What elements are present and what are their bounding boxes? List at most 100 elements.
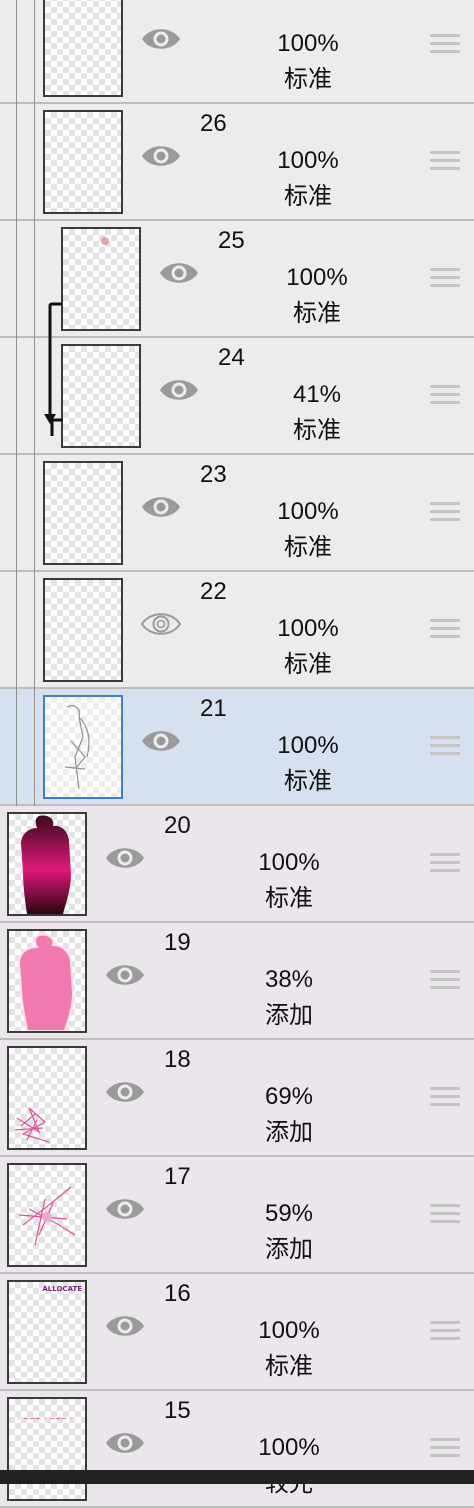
- layer-opacity: 100%: [258, 849, 320, 876]
- drag-handle-icon[interactable]: [430, 1204, 460, 1224]
- drag-handle-icon[interactable]: [430, 619, 460, 639]
- layer-number: 19: [164, 929, 191, 956]
- folder-guide-line: [34, 221, 35, 338]
- layer-blend-mode: 标准: [265, 884, 313, 912]
- layer-blend-mode: 标准: [265, 1352, 313, 1380]
- folder-guide-line: [34, 0, 35, 104]
- layer-number: 15: [164, 1397, 191, 1424]
- layer-thumbnail[interactable]: [43, 110, 123, 214]
- layer-number: 25: [218, 227, 245, 254]
- bottom-edge-bar: [0, 1470, 474, 1484]
- drag-handle-icon[interactable]: [430, 1438, 460, 1458]
- layer-opacity: 100%: [258, 1317, 320, 1344]
- folder-guide-line: [16, 572, 17, 689]
- layer-thumbnail[interactable]: [7, 1163, 87, 1267]
- layer-row[interactable]: 18 69% 添加: [0, 1040, 474, 1157]
- layer-thumbnail[interactable]: [7, 1046, 87, 1150]
- layer-thumbnail[interactable]: ALLOCATE: [7, 1280, 87, 1384]
- layer-thumbnail[interactable]: [7, 812, 87, 916]
- visible-eye-icon[interactable]: [140, 493, 182, 521]
- folder-guide-line: [34, 338, 35, 455]
- layer-thumbnail[interactable]: [7, 929, 87, 1033]
- folder-guide-line: [16, 338, 17, 455]
- visible-eye-icon[interactable]: [140, 142, 182, 170]
- layer-opacity: 100%: [277, 498, 339, 525]
- layer-number: 16: [164, 1280, 191, 1307]
- layer-blend-mode: 标准: [284, 65, 332, 93]
- drag-handle-icon[interactable]: [430, 853, 460, 873]
- drag-handle-icon[interactable]: [430, 385, 460, 405]
- folder-guide-line: [16, 455, 17, 572]
- drag-handle-icon[interactable]: [430, 502, 460, 522]
- layer-thumbnail[interactable]: [43, 0, 123, 97]
- layer-blend-mode: 标准: [293, 299, 341, 327]
- drag-handle-icon[interactable]: [430, 1321, 460, 1341]
- layer-opacity: 100%: [258, 1434, 320, 1461]
- drag-handle-icon[interactable]: [430, 1087, 460, 1107]
- layer-row[interactable]: 25 100% 标准: [0, 221, 474, 338]
- layer-row[interactable]: 20 100% 标准: [0, 806, 474, 923]
- layer-blend-mode: 标准: [284, 182, 332, 210]
- layer-opacity: 100%: [277, 30, 339, 57]
- visible-eye-icon[interactable]: [158, 259, 200, 287]
- layer-blend-mode: 添加: [265, 1001, 313, 1029]
- layer-number: 17: [164, 1163, 191, 1190]
- folder-guide-line: [16, 0, 17, 104]
- layer-opacity: 100%: [277, 615, 339, 642]
- layer-thumbnail-text: ALLOCATE: [42, 1285, 82, 1293]
- drag-handle-icon[interactable]: [430, 268, 460, 288]
- folder-guide-line: [16, 104, 17, 221]
- layer-row[interactable]: 21 100% 标准: [0, 689, 474, 806]
- layer-blend-mode: 标准: [284, 650, 332, 678]
- layer-blend-mode: 标准: [293, 416, 341, 444]
- drag-handle-icon[interactable]: [430, 151, 460, 171]
- layer-thumbnail[interactable]: [43, 461, 123, 565]
- folder-guide-line: [34, 689, 35, 806]
- folder-guide-line: [16, 689, 17, 806]
- drag-handle-icon[interactable]: [430, 970, 460, 990]
- layer-opacity: 100%: [286, 264, 348, 291]
- layer-row[interactable]: 100% 标准: [0, 0, 474, 104]
- drag-handle-icon[interactable]: [430, 736, 460, 756]
- visible-eye-icon[interactable]: [140, 25, 182, 53]
- hidden-eye-outline-icon[interactable]: [140, 610, 182, 638]
- layer-number: 22: [200, 578, 227, 605]
- folder-guide-line: [34, 455, 35, 572]
- visible-eye-icon[interactable]: [104, 844, 146, 872]
- layer-thumbnail[interactable]: [43, 695, 123, 799]
- layer-opacity: 41%: [292, 381, 342, 408]
- layer-thumbnail[interactable]: [43, 578, 123, 682]
- layer-thumbnail[interactable]: [61, 344, 141, 448]
- layer-number: 18: [164, 1046, 191, 1073]
- layer-row[interactable]: ALLOCATE 16 100% 标准: [0, 1274, 474, 1391]
- layer-number: 20: [164, 812, 191, 839]
- layer-opacity: 38%: [264, 966, 314, 993]
- layer-row[interactable]: 26 100% 标准: [0, 104, 474, 221]
- visible-eye-icon[interactable]: [104, 961, 146, 989]
- layer-thumbnail[interactable]: [61, 227, 141, 331]
- layer-opacity: 100%: [277, 147, 339, 174]
- layer-blend-mode: 标准: [284, 767, 332, 795]
- folder-guide-line: [34, 572, 35, 689]
- layer-row[interactable]: ◦ ~~~ ◦ ~~~ ◦15100%较光: [0, 1391, 474, 1508]
- layer-row[interactable]: 22 100% 标准: [0, 572, 474, 689]
- visible-eye-icon[interactable]: [140, 727, 182, 755]
- layer-number: 21: [200, 695, 227, 722]
- svg-text:◦ ~~~ ◦ ~~~ ◦: ◦ ~~~ ◦ ~~~ ◦: [17, 1415, 73, 1423]
- visible-eye-icon[interactable]: [104, 1312, 146, 1340]
- layer-number: 26: [200, 110, 227, 137]
- layer-blend-mode: 添加: [265, 1235, 313, 1263]
- clipping-arrow-icon: [40, 296, 64, 442]
- visible-eye-icon[interactable]: [104, 1429, 146, 1457]
- layer-row[interactable]: 24 41% 标准: [0, 338, 474, 455]
- layer-number: 23: [200, 461, 227, 488]
- layer-row[interactable]: 23 100% 标准: [0, 455, 474, 572]
- layer-blend-mode: 标准: [284, 533, 332, 561]
- layer-thumbnail[interactable]: ◦ ~~~ ◦ ~~~ ◦: [7, 1397, 87, 1501]
- drag-handle-icon[interactable]: [430, 34, 460, 54]
- visible-eye-icon[interactable]: [158, 376, 200, 404]
- visible-eye-icon[interactable]: [104, 1195, 146, 1223]
- layer-row[interactable]: 19 38% 添加: [0, 923, 474, 1040]
- visible-eye-icon[interactable]: [104, 1078, 146, 1106]
- layer-row[interactable]: 17 59% 添加: [0, 1157, 474, 1274]
